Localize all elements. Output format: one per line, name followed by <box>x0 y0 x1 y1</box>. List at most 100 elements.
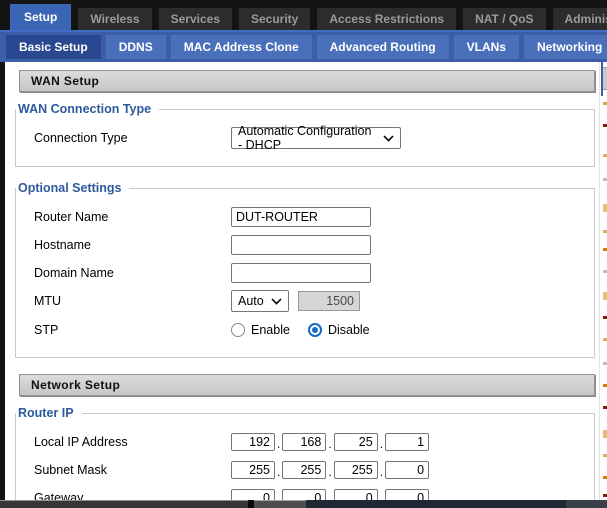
octet-dot: . <box>277 464 281 479</box>
radio-checked-icon[interactable] <box>307 322 322 337</box>
help-text-fragment <box>603 494 607 497</box>
connection-type-selected-value: Automatic Configuration - DHCP <box>238 124 372 152</box>
octet-dot: . <box>328 464 332 479</box>
bottom-scrollbar[interactable] <box>0 500 607 508</box>
subtab-vlans[interactable]: VLANs <box>453 35 519 59</box>
tab-access-restrictions[interactable]: Access Restrictions <box>317 8 457 30</box>
octet-dot: . <box>328 492 332 501</box>
scrollbar-track <box>306 500 566 508</box>
tab-wireless[interactable]: Wireless <box>78 8 152 30</box>
chevron-down-icon <box>383 134 394 142</box>
subtab-ddns[interactable]: DDNS <box>105 35 166 59</box>
help-text-fragment <box>603 292 607 300</box>
domain-name-label: Domain Name <box>34 265 114 280</box>
help-text-fragment <box>603 430 607 438</box>
help-header-sliver <box>603 67 607 90</box>
stp-row: STP Enable Disable <box>34 319 594 340</box>
subnet-mask-label: Subnet Mask <box>34 462 107 477</box>
local-ip-octet-2[interactable] <box>282 432 327 451</box>
optional-settings-legend: Optional Settings <box>18 181 122 195</box>
tab-setup[interactable]: Setup <box>10 4 72 30</box>
help-text-fragment <box>603 454 607 457</box>
wan-connection-type-legend: WAN Connection Type <box>18 102 152 116</box>
router-ip-group: Router IP Local IP Address . . . Subnet … <box>15 406 595 500</box>
subtab-mac-address-clone[interactable]: MAC Address Clone <box>170 35 312 59</box>
hostname-label: Hostname <box>34 237 91 252</box>
help-text-fragment <box>603 338 607 341</box>
stp-label: STP <box>34 322 59 337</box>
stp-enable-label: Enable <box>251 322 290 337</box>
mtu-size-input <box>298 291 360 311</box>
tab-nat-qos[interactable]: NAT / QoS <box>463 8 546 30</box>
subtab-basic-setup[interactable]: Basic Setup <box>6 35 101 59</box>
help-text-fragment <box>603 154 607 157</box>
local-ip-octets: . . . <box>231 432 430 451</box>
octet-dot: . <box>277 436 281 451</box>
scrollbar-thumb[interactable] <box>0 500 248 508</box>
router-name-row: Router Name <box>34 206 594 227</box>
tab-administration[interactable]: Administration <box>552 8 607 30</box>
router-admin-screen: Setup Wireless Services Security Access … <box>0 0 607 508</box>
help-text-fragment <box>603 102 607 105</box>
octet-dot: . <box>379 436 384 451</box>
local-ip-octet-3[interactable] <box>333 432 378 451</box>
subnet-mask-octet-3[interactable] <box>333 460 378 479</box>
stp-radio-group: Enable Disable <box>231 322 370 337</box>
scrollbar-end <box>566 500 607 508</box>
main-tab-bar: Setup Wireless Services Security Access … <box>0 0 607 30</box>
main-area: WAN Setup WAN Connection Type Connection… <box>0 62 607 500</box>
subnet-mask-row: Subnet Mask . . . <box>34 459 594 480</box>
optional-settings-group: Optional Settings Router Name Hostname D… <box>15 181 595 358</box>
router-ip-legend: Router IP <box>18 406 74 420</box>
router-name-input[interactable] <box>231 206 371 227</box>
help-text-fragment <box>603 476 607 479</box>
connection-type-select[interactable]: Automatic Configuration - DHCP <box>231 124 401 152</box>
local-ip-row: Local IP Address . . . <box>34 431 594 452</box>
tab-security[interactable]: Security <box>239 8 311 30</box>
stp-disable-option[interactable]: Disable <box>307 322 370 337</box>
subnet-mask-octet-1[interactable] <box>231 460 275 479</box>
content-pane: WAN Setup WAN Connection Type Connection… <box>5 62 599 500</box>
network-setup-header: Network Setup <box>19 374 595 396</box>
gateway-octets: . . . <box>231 488 430 501</box>
stp-enable-option[interactable]: Enable <box>231 322 290 337</box>
help-text-fragment <box>603 406 607 409</box>
scrollbar-segment <box>254 500 306 508</box>
help-text-fragment <box>603 178 607 181</box>
chevron-down-icon <box>271 297 282 305</box>
subtab-networking[interactable]: Networking <box>523 35 607 59</box>
subnet-mask-octet-2[interactable] <box>282 460 327 479</box>
domain-name-row: Domain Name <box>34 262 594 283</box>
gateway-octet-1[interactable] <box>231 488 275 500</box>
help-text-fragment <box>603 316 607 319</box>
hostname-input[interactable] <box>231 234 371 255</box>
sub-tab-bar: Basic Setup DDNS MAC Address Clone Advan… <box>0 30 607 62</box>
help-text-fragment <box>603 248 607 251</box>
mtu-select[interactable]: Auto <box>231 290 289 312</box>
octet-dot: . <box>277 492 281 501</box>
help-text-fragment <box>603 384 607 387</box>
local-ip-octet-1[interactable] <box>231 432 275 451</box>
router-name-label: Router Name <box>34 209 109 224</box>
connection-type-label: Connection Type <box>34 131 128 145</box>
gateway-octet-2[interactable] <box>282 488 327 500</box>
help-text-fragment <box>603 230 607 233</box>
gateway-octet-3[interactable] <box>333 488 378 500</box>
tab-services[interactable]: Services <box>158 8 232 30</box>
radio-unchecked-icon[interactable] <box>231 322 245 337</box>
help-text-fragment <box>603 204 607 212</box>
wan-connection-type-group: WAN Connection Type Connection Type Auto… <box>15 102 595 167</box>
octet-dot: . <box>328 436 332 451</box>
subnet-mask-octet-4[interactable] <box>385 460 430 479</box>
octet-dot: . <box>379 464 384 479</box>
mtu-selected-value: Auto <box>238 294 264 308</box>
octet-dot: . <box>379 492 384 501</box>
subtab-advanced-routing[interactable]: Advanced Routing <box>316 35 449 59</box>
domain-name-input[interactable] <box>231 262 371 283</box>
local-ip-octet-4[interactable] <box>385 432 430 451</box>
stp-disable-label: Disable <box>327 322 370 337</box>
gateway-row: Gateway . . . <box>34 487 594 500</box>
gateway-octet-4[interactable] <box>385 488 430 500</box>
mtu-row: MTU Auto <box>34 290 594 312</box>
subnet-mask-octets: . . . <box>231 460 430 479</box>
